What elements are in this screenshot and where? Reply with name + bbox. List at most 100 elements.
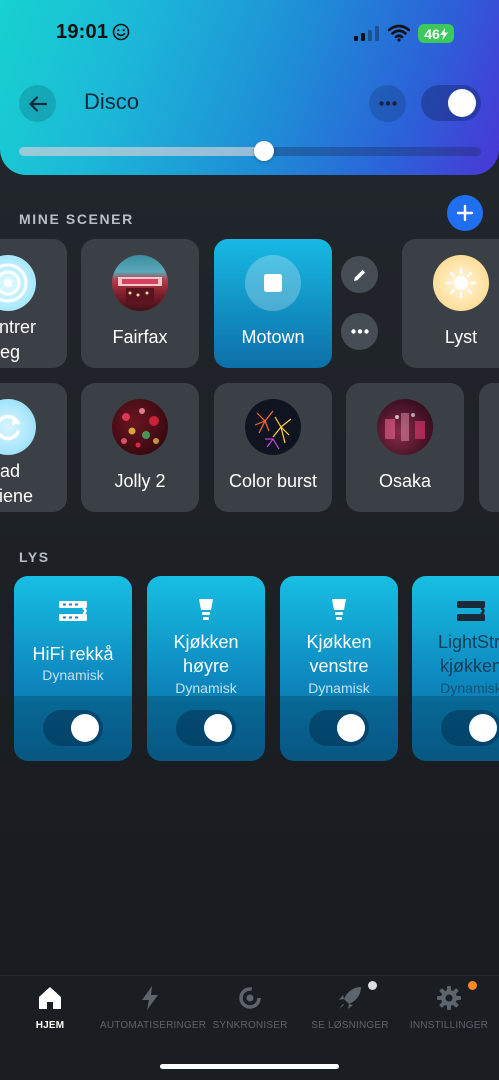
scene-thumbnail — [112, 255, 168, 311]
tab-automations[interactable]: AUTOMATISERINGER — [100, 984, 206, 1044]
scene-card[interactable]: Fairfax — [81, 239, 199, 368]
tab-sync[interactable]: SYNKRONISER — [200, 984, 300, 1044]
light-name-line2: høyre — [182, 656, 229, 676]
scene-label: Jolly 2 — [114, 471, 166, 491]
scene-card-partial[interactable] — [479, 383, 499, 512]
arrow-left-icon — [28, 95, 47, 112]
light-name: LightStri kjøkken — [412, 630, 499, 678]
rocket-icon — [339, 987, 361, 1009]
room-more-button[interactable] — [369, 85, 406, 122]
scene-thumbnail — [112, 399, 168, 455]
light-name: Kjøkken høyre — [147, 630, 265, 678]
room-header: 19:01 46 Disco — [0, 0, 499, 175]
sync-icon — [239, 987, 261, 1009]
scene-card[interactable]: sentrer leg — [0, 239, 67, 368]
notification-dot — [468, 981, 477, 990]
back-button[interactable] — [19, 85, 56, 122]
battery-level: 46 — [424, 25, 440, 42]
scene-more-button[interactable] — [341, 313, 378, 350]
scene-label-line1: lad — [0, 461, 21, 481]
light-power-toggle[interactable] — [176, 710, 236, 746]
light-power-toggle[interactable] — [441, 710, 499, 746]
refresh-icon — [0, 414, 20, 441]
scene-thumbnail — [245, 255, 301, 311]
scene-thumbnail — [433, 255, 489, 311]
scene-thumbnail — [245, 399, 301, 455]
charging-bolt-icon — [439, 27, 448, 40]
brightness-slider[interactable] — [19, 141, 481, 161]
toggle-knob — [71, 714, 99, 742]
scene-label: sentrer leg — [0, 315, 67, 365]
scene-label-line2: eriene — [0, 486, 34, 506]
more-horizontal-icon — [378, 101, 397, 106]
scene-card[interactable]: lad eriene — [0, 383, 67, 512]
light-power-toggle[interactable] — [309, 710, 369, 746]
bulb-icon — [332, 599, 346, 620]
scene-label: Lyst — [444, 327, 478, 347]
light-state: Dynamisk — [175, 680, 237, 696]
concentric-rings-icon — [0, 263, 28, 303]
light-state: Dynamisk — [308, 680, 370, 696]
stop-icon — [264, 274, 282, 292]
scene-thumbnail — [0, 255, 36, 311]
light-card[interactable]: Kjøkken venstre Dynamisk — [280, 576, 398, 761]
lightstrip-icon — [457, 601, 485, 621]
room-power-toggle[interactable] — [421, 85, 481, 121]
tab-home[interactable]: HJEM — [0, 984, 100, 1044]
edit-scene-button[interactable] — [341, 256, 378, 293]
tab-explore[interactable]: SE LØSNINGER — [300, 984, 400, 1044]
home-icon — [39, 987, 61, 1009]
bokeh-lights-photo-icon — [121, 408, 159, 448]
room-title: Disco — [84, 89, 140, 114]
light-name-line1: LightStri — [437, 632, 499, 652]
light-power-toggle[interactable] — [43, 710, 103, 746]
scene-thumbnail — [377, 399, 433, 455]
battery-indicator: 46 — [418, 24, 454, 43]
more-horizontal-icon — [350, 329, 369, 334]
light-name: Kjøkken venstre — [280, 630, 398, 678]
light-name-line2: venstre — [309, 656, 369, 676]
light-state: Dynamisk — [42, 667, 104, 683]
scene-card[interactable]: Color burst — [214, 383, 332, 512]
light-card[interactable]: HiFi rekkå Dynamisk — [14, 576, 132, 761]
gear-icon — [437, 986, 461, 1010]
bulb-icon — [199, 599, 213, 620]
light-state: Dynamisk — [440, 680, 499, 696]
status-time: 19:01 — [56, 21, 109, 43]
scene-card-active[interactable]: Motown — [214, 239, 332, 368]
tab-label: INNSTILLINGER — [409, 1020, 489, 1031]
lightning-icon — [142, 986, 158, 1010]
scene-card[interactable]: Jolly 2 — [81, 383, 199, 512]
scene-label-line2: leg — [0, 342, 21, 362]
osaka-photo-icon — [385, 413, 425, 441]
toggle-knob — [204, 714, 232, 742]
sun-icon — [445, 267, 477, 299]
toggle-knob — [448, 89, 476, 117]
tab-label: HJEM — [35, 1020, 65, 1031]
light-card[interactable]: LightStri kjøkken Dynamisk — [412, 576, 499, 761]
scene-thumbnail — [0, 399, 36, 455]
light-name-line1: Kjøkken — [306, 632, 372, 652]
emoji-icon — [112, 23, 130, 41]
fairfax-photo-icon — [118, 277, 162, 302]
light-name-line2: kjøkken — [439, 656, 499, 676]
tab-label: SYNKRONISER — [212, 1020, 288, 1031]
brightness-slider-handle[interactable] — [253, 141, 274, 161]
tab-settings[interactable]: INNSTILLINGER — [399, 984, 499, 1044]
home-indicator — [160, 1064, 339, 1069]
brightness-slider-fill — [19, 147, 264, 156]
toggle-knob — [469, 714, 497, 742]
scene-label-line1: sentrer — [0, 317, 37, 337]
app-root: 19:01 46 Disco MINE SCENER ntrer eg Fair… — [0, 0, 499, 1080]
scene-card[interactable]: Osaka — [346, 383, 464, 512]
status-bar: 19:01 46 — [0, 0, 499, 60]
fireworks-photo-icon — [254, 410, 292, 450]
lights-section-label: LYS — [19, 549, 50, 565]
scene-label: Motown — [241, 327, 305, 347]
scene-card[interactable]: Lyst — [402, 239, 499, 368]
light-name-line1: Kjøkken — [173, 632, 239, 652]
light-card[interactable]: Kjøkken høyre Dynamisk — [147, 576, 265, 761]
plus-icon — [456, 204, 474, 222]
add-scene-button[interactable] — [447, 195, 483, 231]
scenes-section-label: MINE SCENER — [19, 211, 134, 227]
